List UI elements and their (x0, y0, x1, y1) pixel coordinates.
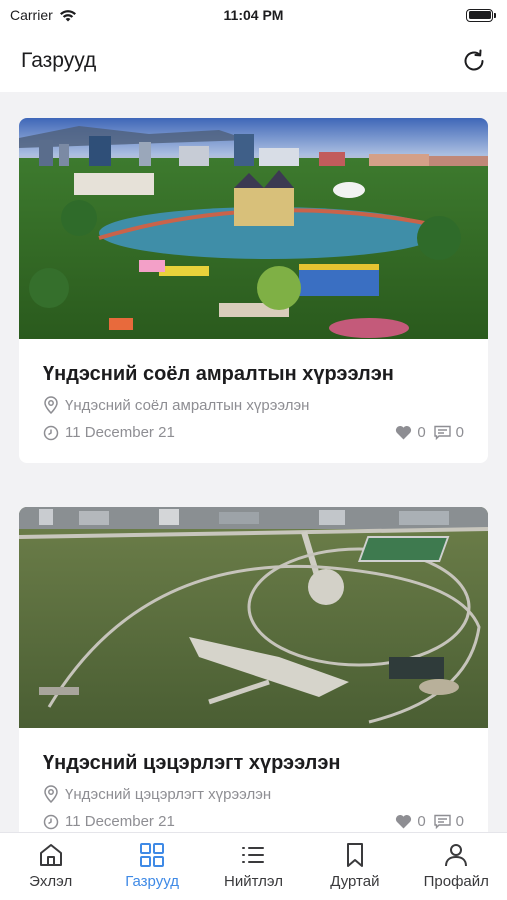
place-location-text: Үндэсний цэцэрлэгт хүрээлэн (65, 785, 272, 803)
battery-icon (466, 8, 496, 22)
comment-button[interactable]: 0 (433, 813, 464, 830)
comment-icon (433, 814, 451, 829)
location-pin-icon (44, 785, 58, 803)
clock-icon (43, 425, 59, 440)
like-button[interactable]: 0 (395, 813, 426, 830)
place-date: 11 December 21 (43, 813, 175, 830)
page-title: Газрууд (21, 49, 97, 72)
tab-label: Газрууд (125, 873, 179, 890)
place-meta: 11 December 21 0 0 (43, 813, 464, 830)
status-left: Carrier (10, 7, 77, 23)
place-stats: 0 0 (395, 813, 464, 830)
place-location: Үндэсний соёл амралтын хүрээлэн (43, 396, 464, 414)
refresh-button[interactable] (459, 46, 489, 76)
clock-icon (43, 814, 59, 829)
place-location: Үндэсний цэцэрлэгт хүрээлэн (43, 785, 464, 803)
heart-icon (396, 814, 412, 829)
place-card[interactable]: Үндэсний соёл амралтын хүрээлэн Үндэсний… (19, 118, 488, 463)
wifi-icon (59, 9, 76, 21)
comment-button[interactable]: 0 (433, 424, 464, 441)
tab-articles[interactable]: Нийтлэл (203, 841, 304, 890)
place-stats: 0 0 (395, 424, 464, 441)
grid-icon (140, 843, 165, 867)
refresh-icon (464, 49, 484, 71)
comment-count: 0 (455, 813, 464, 830)
location-pin-icon (44, 396, 58, 414)
tab-home[interactable]: Эхлэл (0, 841, 101, 890)
place-title: Үндэсний соёл амралтын хүрээлэн (43, 363, 394, 385)
place-card[interactable]: Үндэсний цэцэрлэгт хүрээлэн Үндэсний цэц… (19, 507, 488, 832)
profile-icon (445, 844, 468, 867)
places-list[interactable]: Үндэсний соёл амралтын хүрээлэн Үндэсний… (0, 92, 507, 832)
heart-icon (396, 425, 412, 440)
status-bar: Carrier 11:04 PM (0, 0, 507, 30)
tab-label: Дуртай (330, 873, 380, 890)
tab-places[interactable]: Газрууд (102, 841, 203, 890)
list-icon (242, 847, 265, 863)
card-body: Үндэсний цэцэрлэгт хүрээлэн Үндэсний цэц… (19, 728, 488, 832)
like-count: 0 (417, 813, 426, 830)
place-date-text: 11 December 21 (65, 813, 175, 830)
card-body: Үндэсний соёл амралтын хүрээлэн Үндэсний… (19, 339, 488, 463)
tab-label: Нийтлэл (223, 873, 283, 890)
app-header: Газрууд (0, 30, 507, 92)
comment-count: 0 (455, 424, 464, 441)
tab-bar: Эхлэл Газрууд Нийтлэл Дуртай Профайл (0, 832, 507, 900)
like-count: 0 (417, 424, 426, 441)
tab-label: Профайл (423, 873, 489, 890)
tab-favorites[interactable]: Дуртай (304, 841, 405, 890)
place-location-text: Үндэсний соёл амралтын хүрээлэн (65, 396, 310, 414)
place-image (19, 118, 488, 339)
place-title: Үндэсний цэцэрлэгт хүрээлэн (43, 752, 341, 774)
tab-profile[interactable]: Профайл (406, 841, 507, 890)
like-button[interactable]: 0 (395, 424, 426, 441)
bookmark-icon (346, 843, 363, 867)
tab-label: Эхлэл (29, 873, 73, 890)
home-icon (39, 844, 62, 866)
comment-icon (433, 425, 451, 440)
place-date: 11 December 21 (43, 424, 175, 441)
carrier-label: Carrier (10, 7, 53, 23)
place-date-text: 11 December 21 (65, 424, 175, 441)
place-meta: 11 December 21 0 0 (43, 424, 464, 441)
place-image (19, 507, 488, 728)
